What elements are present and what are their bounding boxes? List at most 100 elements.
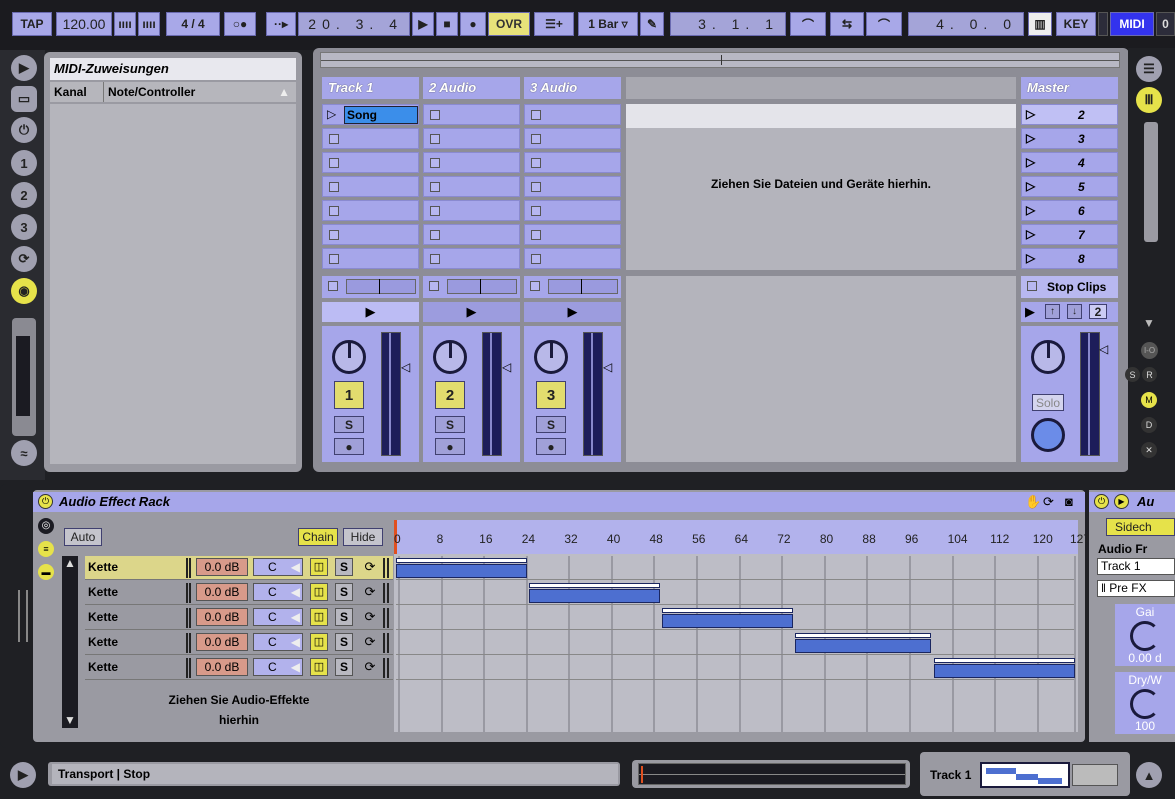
zone-fade-bar[interactable] — [933, 658, 1075, 663]
clip-slot[interactable]: ▷ Song — [322, 104, 419, 125]
rack-power-icon[interactable]: ⏻ — [38, 494, 53, 509]
hot-swap-icon[interactable]: ⟳ — [361, 658, 379, 676]
chain-solo-button[interactable]: S — [335, 658, 353, 676]
session-view-icon[interactable]: ☰ — [1136, 56, 1162, 82]
clip-slot[interactable] — [524, 128, 621, 149]
clip-stop-icon[interactable] — [531, 230, 541, 240]
speaker-icon[interactable]: ◫ — [310, 658, 328, 676]
device-play-icon[interactable]: ▶ — [1114, 494, 1129, 509]
chain-solo-button[interactable]: S — [335, 583, 353, 601]
clip-play-icon[interactable]: ▷ — [327, 107, 336, 121]
track-play-button[interactable]: ▶ — [524, 302, 621, 322]
scroll-down-icon[interactable]: ▼ — [64, 713, 76, 727]
clip-name[interactable]: Song — [344, 106, 418, 124]
browser-toggle-icon[interactable]: ▶ — [11, 55, 37, 81]
chain-grip[interactable] — [186, 658, 191, 678]
master-pan-knob[interactable] — [1031, 340, 1065, 374]
clip-slot[interactable] — [322, 152, 419, 173]
scroll-down-icon[interactable]: ▼ — [1143, 316, 1155, 330]
arrangement-view-icon[interactable]: Ⅲ — [1136, 87, 1162, 113]
clip-stop-icon[interactable] — [329, 206, 339, 216]
save-preset-icon[interactable]: ◙ — [1065, 494, 1073, 509]
master-header[interactable]: Master — [1021, 77, 1118, 99]
chain-name[interactable]: Kette — [88, 585, 118, 599]
scroll-up-icon[interactable]: ▲ — [64, 556, 76, 570]
delay-toggle-icon[interactable]: D — [1141, 417, 1157, 433]
clip-slot[interactable] — [322, 200, 419, 221]
device-grip[interactable] — [18, 590, 28, 642]
volume-pointer-icon[interactable]: ◁ — [401, 360, 410, 374]
devices-toggle-icon[interactable]: ▬ — [38, 564, 54, 580]
clip-stop-icon[interactable] — [430, 230, 440, 240]
clip-stop-icon[interactable] — [531, 110, 541, 120]
arm-button[interactable]: ● — [536, 438, 566, 455]
mixer-toggle-icon[interactable]: M — [1141, 392, 1157, 408]
sidechain-button[interactable]: Sidech — [1106, 518, 1175, 536]
places-2-icon[interactable]: 2 — [11, 182, 37, 208]
zone-fade-bar[interactable] — [795, 633, 932, 638]
track-header-1[interactable]: Track 1 — [322, 77, 419, 99]
zone-fade-bar[interactable] — [529, 583, 660, 588]
chain-row[interactable]: Kette 0.0 dB C ◀ ◫ S ⟳ — [85, 556, 393, 580]
clip-slot[interactable] — [423, 200, 520, 221]
punch-in-button[interactable]: ⌒ — [790, 12, 826, 36]
speaker-icon[interactable]: ◫ — [310, 608, 328, 626]
pan-knob[interactable] — [433, 340, 467, 374]
track-io-field[interactable] — [346, 279, 416, 294]
key-zone-bar[interactable] — [662, 614, 793, 628]
clip-slot[interactable] — [524, 104, 621, 125]
chain-row[interactable]: Kette 0.0 dB C ◀ ◫ S ⟳ — [85, 606, 393, 630]
scene-launch[interactable]: ▷ 8 — [1021, 248, 1118, 269]
volume-pointer-icon[interactable]: ◁ — [502, 360, 511, 374]
scene-launch[interactable]: ▷ 4 — [1021, 152, 1118, 173]
solo-button[interactable]: S — [334, 416, 364, 433]
record-monitor-icon[interactable]: ◉ — [11, 278, 37, 304]
clip-stop-icon[interactable] — [329, 134, 339, 144]
returns-toggle-icon[interactable]: R — [1142, 367, 1157, 382]
clip-stop-icon[interactable] — [430, 254, 440, 264]
key-zone-bar[interactable] — [529, 589, 660, 603]
punch-out-button[interactable]: ⌒ — [866, 12, 902, 36]
clip-slot[interactable] — [322, 248, 419, 269]
key-zone-bar[interactable] — [795, 639, 932, 653]
cue-volume-knob[interactable] — [1031, 418, 1065, 452]
clip-slot[interactable] — [524, 248, 621, 269]
loop-start-field[interactable]: 3. 1. 1 — [670, 12, 786, 36]
chain-pan-field[interactable]: C ◀ — [253, 608, 303, 626]
chain-grip[interactable] — [383, 583, 389, 603]
draw-mode-button[interactable]: ✎ — [640, 12, 664, 36]
chain-volume-field[interactable]: 0.0 dB — [196, 583, 248, 601]
chain-volume-field[interactable]: 0.0 dB — [196, 608, 248, 626]
clip-stop-icon[interactable] — [329, 254, 339, 264]
chain-volume-field[interactable]: 0.0 dB — [196, 558, 248, 576]
scene-launch[interactable]: ▷ 6 — [1021, 200, 1118, 221]
chain-volume-field[interactable]: 0.0 dB — [196, 633, 248, 651]
play-button[interactable]: ▶ — [412, 12, 434, 36]
info-view-toggle-icon[interactable]: ▶ — [10, 762, 36, 788]
midi-map-col-note[interactable]: Note/Controller ▲ — [104, 82, 296, 102]
gain-knob[interactable] — [1130, 621, 1160, 651]
scene-up-button[interactable]: ↑ — [1045, 304, 1060, 319]
chain-grip[interactable] — [186, 583, 191, 603]
crossfade-field[interactable]: 2 — [1089, 304, 1107, 319]
chain-pan-field[interactable]: C ◀ — [253, 658, 303, 676]
chain-grip[interactable] — [186, 558, 191, 578]
clip-stop-icon[interactable] — [531, 158, 541, 168]
hot-swap-icon[interactable]: ⟳ — [361, 583, 379, 601]
clip-slot[interactable] — [423, 104, 520, 125]
clip-stop-icon[interactable] — [329, 230, 339, 240]
chain-grip[interactable] — [383, 633, 389, 653]
drywet-control[interactable]: Dry/W 100 — [1115, 672, 1175, 734]
volume-meter[interactable] — [583, 332, 603, 456]
device-thumbnail-2[interactable] — [1072, 764, 1118, 786]
tap-tempo-button[interactable]: TAP — [12, 12, 52, 36]
clip-slot[interactable] — [524, 224, 621, 245]
draw-mode-list-button[interactable]: ☰+ — [534, 12, 574, 36]
clip-stop-icon[interactable] — [430, 182, 440, 192]
track-activator-button[interactable]: 3 — [536, 381, 566, 409]
clip-slot[interactable] — [524, 200, 621, 221]
track-activator-button[interactable]: 1 — [334, 381, 364, 409]
track-io-field[interactable] — [447, 279, 517, 294]
speaker-icon[interactable]: ◫ — [310, 633, 328, 651]
clip-stop-icon[interactable] — [531, 134, 541, 144]
